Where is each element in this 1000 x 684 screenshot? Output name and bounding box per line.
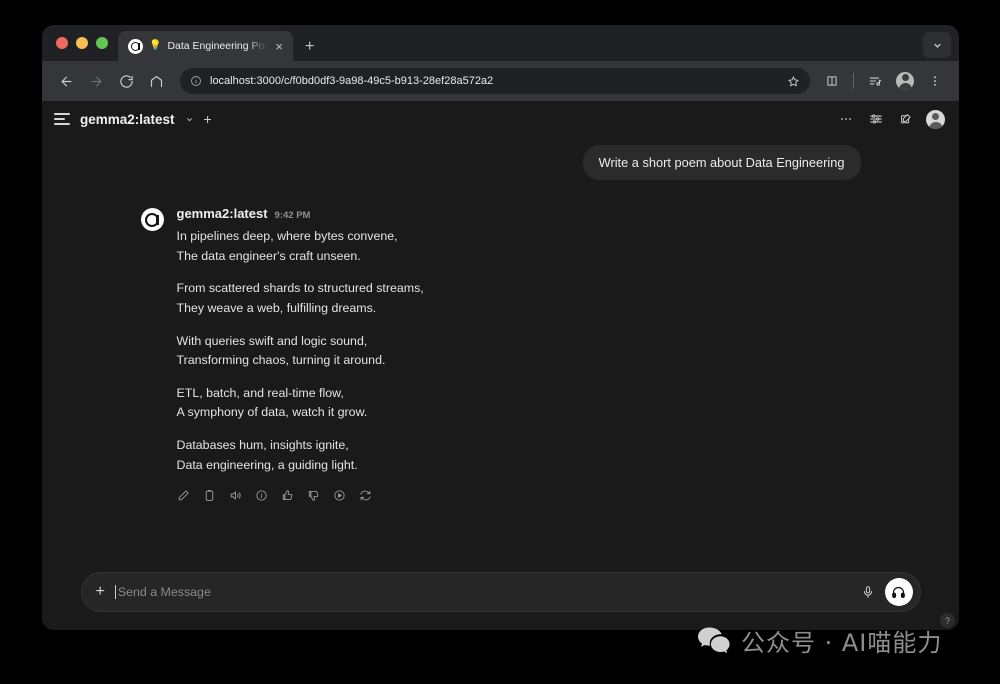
message-input[interactable]: Send a Message (114, 585, 851, 599)
poem-line: ETL, batch, and real-time flow, (176, 385, 344, 400)
new-tab-button[interactable]: + (305, 39, 314, 55)
edit-icon[interactable] (177, 488, 191, 502)
assistant-timestamp: 9:42 PM (274, 210, 311, 222)
continue-icon[interactable] (333, 488, 347, 502)
kebab-menu-icon[interactable] (921, 67, 949, 95)
back-button[interactable] (52, 67, 80, 95)
tab-title: Data Engineering Poem | O (167, 40, 268, 52)
message-composer[interactable]: + Send a Message (80, 572, 921, 612)
copy-icon[interactable] (203, 488, 217, 502)
model-selector-label[interactable]: gemma2:latest (80, 112, 175, 127)
forward-button[interactable] (82, 67, 110, 95)
reading-list-icon[interactable] (861, 67, 889, 95)
reload-button[interactable] (112, 67, 140, 95)
poem-stanza: From scattered shards to structured stre… (177, 279, 861, 318)
watermark-text: 公众号 · AI喵能力 (741, 629, 943, 657)
chevron-down-icon[interactable] (185, 115, 194, 124)
info-icon[interactable] (255, 488, 269, 502)
user-avatar[interactable] (926, 109, 945, 129)
hamburger-icon[interactable] (54, 113, 70, 125)
app-header: gemma2:latest + (42, 101, 959, 137)
assistant-message-row: gemma2:latest 9:42 PM In pipelines deep,… (140, 206, 861, 502)
maximize-window-button[interactable] (96, 37, 108, 49)
composer-area: + Send a Message ? (42, 572, 959, 630)
home-button[interactable] (142, 67, 170, 95)
poem-line: Data engineering, a guiding light. (176, 457, 358, 472)
address-bar[interactable]: localhost:3000/c/f0bd0df3-9a98-49c5-b913… (180, 68, 810, 94)
split-screen-icon[interactable] (818, 67, 846, 95)
add-attachment-button[interactable]: + (96, 583, 105, 601)
tab-strip: 💡 Data Engineering Poem | O × + (42, 25, 959, 61)
close-tab-button[interactable]: × (273, 40, 285, 53)
poem-line: In pipelines deep, where bytes convene, (176, 229, 398, 244)
close-window-button[interactable] (56, 37, 68, 49)
openwebui-favicon-icon (128, 38, 143, 54)
poem-stanza: Databases hum, insights ignite, Data eng… (177, 436, 861, 475)
thumbs-up-icon[interactable] (281, 488, 295, 502)
poem-line: The data engineer's craft unseen. (176, 248, 361, 263)
window-traffic-lights (54, 25, 118, 61)
poem-line: Transforming chaos, turning it around. (176, 353, 386, 368)
poem-line: A symphony of data, watch it grow. (176, 405, 368, 420)
openwebui-app: gemma2:latest + Write a short poem about… (42, 101, 959, 630)
url-text: localhost:3000/c/f0bd0df3-9a98-49c5-b913… (210, 75, 494, 87)
assistant-name: gemma2:latest (176, 206, 268, 222)
poem-content: In pipelines deep, where bytes convene, … (177, 227, 861, 475)
assistant-meta: gemma2:latest 9:42 PM (177, 206, 861, 221)
openwebui-logo-icon (140, 208, 164, 232)
star-icon[interactable] (787, 75, 800, 88)
poem-line: They weave a web, fulfilling dreams. (176, 301, 377, 316)
wechat-icon (697, 626, 731, 656)
minimize-window-button[interactable] (76, 37, 88, 49)
chevron-down-icon[interactable] (923, 32, 951, 58)
chat-messages: Write a short poem about Data Engineerin… (121, 137, 881, 502)
new-chat-icon[interactable] (896, 109, 916, 129)
profile-avatar[interactable] (891, 67, 919, 95)
assistant-message-body: gemma2:latest 9:42 PM In pipelines deep,… (177, 206, 861, 502)
speaker-icon[interactable] (229, 488, 243, 502)
browser-toolbar: localhost:3000/c/f0bd0df3-9a98-49c5-b913… (42, 61, 959, 101)
controls-icon[interactable] (866, 109, 886, 129)
message-actions (177, 488, 861, 502)
chat-scroll-area[interactable]: Write a short poem about Data Engineerin… (42, 137, 959, 572)
add-model-button[interactable]: + (204, 112, 212, 126)
browser-window: 💡 Data Engineering Poem | O × + localhos… (42, 25, 959, 630)
info-circle-icon[interactable] (190, 75, 202, 87)
kebab-menu-icon[interactable] (836, 109, 856, 129)
poem-line: Databases hum, insights ignite, (176, 438, 349, 453)
poem-stanza: ETL, batch, and real-time flow, A sympho… (177, 384, 861, 423)
watermark: 公众号 · AI喵能力 (697, 623, 942, 658)
regenerate-icon[interactable] (359, 488, 373, 502)
bulb-icon: 💡 (149, 40, 162, 51)
browser-tab[interactable]: 💡 Data Engineering Poem | O × (118, 31, 293, 61)
user-message-bubble: Write a short poem about Data Engineerin… (582, 145, 861, 181)
poem-stanza: In pipelines deep, where bytes convene, … (177, 227, 861, 266)
thumbs-down-icon[interactable] (307, 488, 321, 502)
poem-line: From scattered shards to structured stre… (176, 281, 424, 296)
microphone-icon[interactable] (861, 585, 875, 599)
toolbar-divider (853, 73, 854, 89)
user-message-row: Write a short poem about Data Engineerin… (141, 145, 861, 181)
poem-stanza: With queries swift and logic sound, Tran… (177, 332, 861, 371)
headphones-icon[interactable] (884, 578, 913, 606)
poem-line: With queries swift and logic sound, (176, 333, 368, 348)
